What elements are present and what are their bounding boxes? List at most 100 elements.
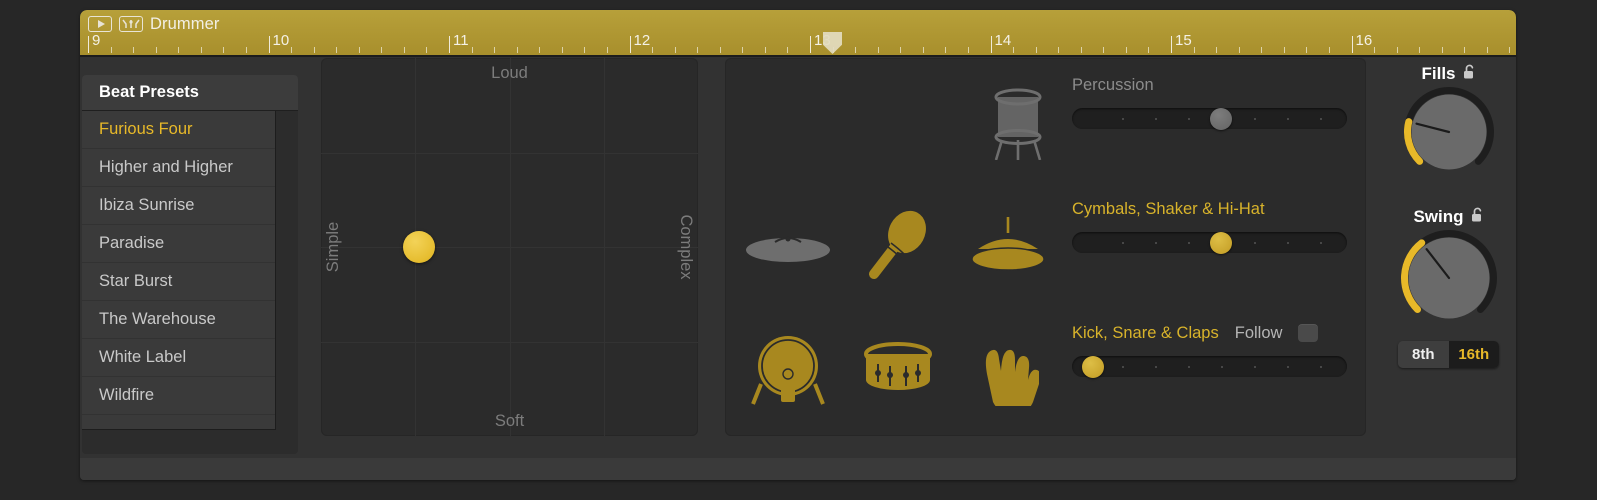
ruler-sub-tick bbox=[584, 47, 586, 53]
ruler-sub-tick bbox=[652, 47, 654, 53]
shaker-maraca-icon[interactable] bbox=[853, 203, 943, 289]
timeline-ruler[interactable]: Drummer 9 10 11 12 13 14 15 16 bbox=[80, 10, 1516, 57]
instrument-row-percussion: Percussion bbox=[725, 72, 1366, 172]
instrument-icon-group bbox=[733, 320, 1063, 420]
ruler-sub-tick bbox=[1328, 47, 1330, 53]
ruler-sub-tick bbox=[922, 47, 924, 53]
ruler-bar-label: 12 bbox=[633, 32, 651, 49]
note-division-option[interactable]: 8th bbox=[1398, 341, 1449, 368]
ruler-sub-tick bbox=[336, 47, 338, 53]
ruler-sub-tick bbox=[494, 47, 496, 53]
beat-presets-title: Beat Presets bbox=[99, 83, 199, 101]
ruler-sub-tick bbox=[1013, 47, 1015, 53]
ruler-sub-tick bbox=[787, 47, 789, 53]
ruler-sub-tick bbox=[606, 47, 608, 53]
instrument-row-kick-snare: Kick, Snare & Claps Follow bbox=[725, 320, 1366, 420]
instrument-icon-group bbox=[733, 72, 1063, 172]
slider-notch bbox=[1154, 365, 1157, 368]
tom-drum-icon[interactable] bbox=[973, 79, 1063, 165]
preset-list-item[interactable]: Star Burst bbox=[82, 263, 275, 301]
slider-cymbals[interactable] bbox=[1072, 231, 1347, 254]
note-division-option[interactable]: 16th bbox=[1448, 341, 1499, 368]
ruler-sub-tick bbox=[1238, 47, 1240, 53]
ruler-sub-tick bbox=[291, 47, 293, 53]
slider-notch bbox=[1319, 365, 1322, 368]
ruler-sub-tick bbox=[719, 47, 721, 53]
slider-notch bbox=[1253, 365, 1256, 368]
preset-list-filler bbox=[82, 415, 275, 429]
ruler-sub-tick bbox=[1261, 47, 1263, 53]
slider-kick-snare[interactable] bbox=[1072, 355, 1347, 378]
unlocked-padlock-icon[interactable] bbox=[1471, 207, 1484, 228]
slider-knob[interactable] bbox=[1210, 107, 1233, 130]
ruler-sub-tick bbox=[764, 47, 766, 53]
beat-presets-header: Beat Presets bbox=[82, 75, 298, 111]
xy-performance-pad[interactable]: Loud Soft Simple Complex bbox=[321, 58, 698, 436]
playhead-marker[interactable] bbox=[823, 32, 842, 54]
drummer-body: Beat Presets Furious Four Higher and High… bbox=[80, 57, 1516, 480]
beat-presets-panel: Beat Presets Furious Four Higher and High… bbox=[82, 75, 298, 454]
slider-block-cymbals: Cymbals, Shaker & Hi-Hat bbox=[1072, 196, 1357, 254]
ruler-sub-tick bbox=[178, 47, 180, 53]
preset-list-item[interactable]: Wildfire bbox=[82, 377, 275, 415]
ruler-sub-tick bbox=[967, 47, 969, 53]
xy-pad-puck[interactable] bbox=[403, 231, 436, 263]
ruler-sub-tick bbox=[223, 47, 225, 53]
xy-label-complex: Complex bbox=[677, 214, 695, 280]
ruler-sub-tick bbox=[133, 47, 135, 53]
crash-cymbal-icon[interactable] bbox=[743, 203, 833, 289]
ruler-sub-tick bbox=[358, 47, 360, 53]
ruler-bar-label: 9 bbox=[92, 32, 101, 49]
ruler-sub-tick bbox=[855, 47, 857, 53]
ruler-sub-tick bbox=[945, 47, 947, 53]
ruler-sub-tick bbox=[561, 47, 563, 53]
kick-drum-icon[interactable] bbox=[743, 327, 833, 413]
unlocked-padlock-icon[interactable] bbox=[1463, 64, 1476, 85]
ruler-sub-tick bbox=[1509, 47, 1511, 53]
clap-hand-icon[interactable] bbox=[963, 327, 1053, 413]
ruler-ticks[interactable]: 9 10 11 12 13 14 15 16 bbox=[80, 31, 1516, 55]
preset-list-item[interactable]: Ibiza Sunrise bbox=[82, 187, 275, 225]
follow-checkbox[interactable] bbox=[1298, 324, 1319, 342]
snare-drum-icon[interactable] bbox=[853, 327, 943, 413]
preset-list-item[interactable]: White Label bbox=[82, 339, 275, 377]
ruler-sub-tick bbox=[1035, 47, 1037, 53]
preset-list-item[interactable]: Higher and Higher bbox=[82, 149, 275, 187]
swing-dial[interactable] bbox=[1400, 229, 1498, 332]
slider-label-kick-snare: Kick, Snare & Claps bbox=[1072, 323, 1219, 342]
fills-swing-column: Fills Swing 8th 16th bbox=[1383, 58, 1514, 458]
ruler-sub-tick bbox=[900, 47, 902, 53]
preset-list-item[interactable]: Furious Four bbox=[82, 111, 275, 149]
fills-dial-wrap bbox=[1383, 86, 1514, 183]
drummer-editor-icon[interactable] bbox=[119, 16, 143, 32]
preset-list-item[interactable]: Paradise bbox=[82, 225, 275, 263]
instrument-panel: Percussion Cymbals, Shaker & Hi-Hat Kick… bbox=[725, 58, 1366, 436]
fills-dial[interactable] bbox=[1403, 86, 1495, 183]
note-division-toggle[interactable]: 8th 16th bbox=[1398, 341, 1499, 368]
ruler-sub-tick bbox=[1058, 47, 1060, 53]
slider-percussion[interactable] bbox=[1072, 107, 1347, 130]
instrument-row-cymbals: Cymbals, Shaker & Hi-Hat bbox=[725, 196, 1366, 296]
fills-header: Fills bbox=[1383, 62, 1514, 86]
slider-knob[interactable] bbox=[1082, 355, 1105, 378]
ruler-bar-label: 11 bbox=[453, 32, 469, 49]
ruler-sub-tick bbox=[1216, 47, 1218, 53]
slider-notch bbox=[1154, 241, 1157, 244]
slider-notch bbox=[1319, 241, 1322, 244]
drummer-editor-screen: Drummer 9 10 11 12 13 14 15 16 Beat Presets Fur… bbox=[0, 0, 1597, 500]
play-icon[interactable] bbox=[88, 16, 112, 32]
ruler-sub-tick bbox=[539, 47, 541, 53]
slider-knob[interactable] bbox=[1210, 231, 1233, 254]
swing-label: Swing bbox=[1413, 207, 1464, 226]
beat-presets-list[interactable]: Furious Four Higher and Higher Ibiza Sunri… bbox=[82, 111, 276, 430]
slider-notch bbox=[1286, 241, 1289, 244]
slider-label-percussion: Percussion bbox=[1072, 75, 1154, 94]
slider-notch bbox=[1286, 117, 1289, 120]
ruler-sub-tick bbox=[1306, 47, 1308, 53]
xy-label-simple: Simple bbox=[324, 221, 342, 273]
ruler-sub-tick bbox=[1148, 47, 1150, 53]
preset-list-item[interactable]: The Warehouse bbox=[82, 301, 275, 339]
ruler-sub-tick bbox=[1193, 47, 1195, 53]
hi-hat-icon[interactable] bbox=[963, 203, 1053, 289]
instrument-icon-group bbox=[733, 196, 1063, 296]
